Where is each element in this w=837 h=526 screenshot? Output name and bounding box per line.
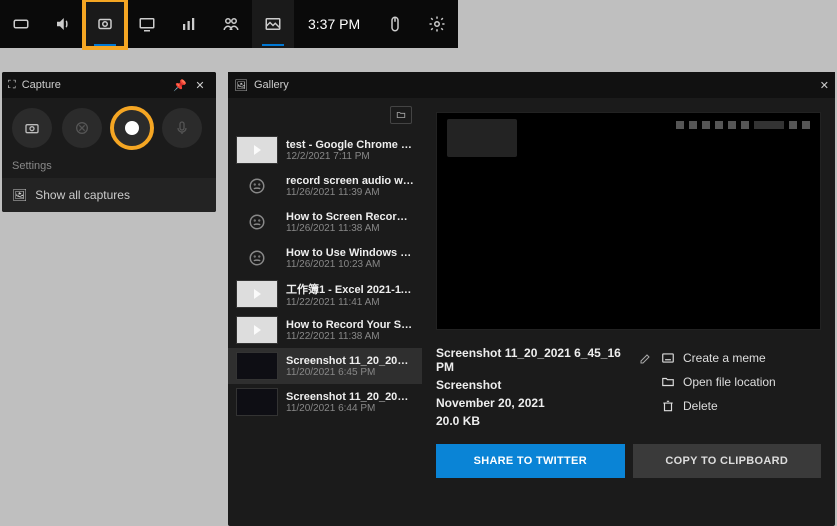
open-location-action[interactable]: Open file location <box>661 370 821 394</box>
item-subtitle: 11/26/2021 11:38 AM <box>286 223 414 234</box>
gallery-detail: Screenshot 11_20_2021 6_45_16 PM Screens… <box>422 98 835 526</box>
gallery-small-icon: 🖼 <box>12 188 27 202</box>
list-item[interactable]: How to Record Your Screen...11/22/2021 1… <box>228 312 422 348</box>
gallery-small-icon: 🖼 <box>234 79 248 92</box>
mouse-icon[interactable] <box>374 0 416 48</box>
file-date: November 20, 2021 <box>436 396 651 410</box>
settings-label: Settings <box>2 154 216 178</box>
gallery-panel: 🖼 Gallery ✕ test - Google Chrome 2021-1.… <box>228 72 835 526</box>
volume-icon[interactable] <box>42 0 84 48</box>
pin-icon[interactable]: 📌 <box>170 79 190 92</box>
item-title: test - Google Chrome 2021-1... <box>286 139 414 151</box>
item-subtitle: 12/2/2021 7:11 PM <box>286 151 414 162</box>
item-subtitle: 11/22/2021 11:41 AM <box>286 297 414 308</box>
preview-image <box>436 112 821 330</box>
list-item[interactable]: How to Use Windows 10 Buil...11/26/2021 … <box>228 240 422 276</box>
xbox-icon[interactable] <box>0 0 42 48</box>
list-item[interactable]: How to Screen Record on W...11/26/2021 1… <box>228 204 422 240</box>
meta-info: Screenshot 11_20_2021 6_45_16 PM Screens… <box>436 346 651 432</box>
open-folder-button[interactable] <box>390 106 412 124</box>
capture-widget-icon[interactable] <box>84 0 126 48</box>
clock: 3:37 PM <box>294 0 374 48</box>
edit-name-icon[interactable] <box>639 353 651 368</box>
copy-clipboard-button[interactable]: COPY TO CLIPBOARD <box>633 444 822 478</box>
close-icon[interactable]: ✕ <box>820 79 829 92</box>
game-bar: 3:37 PM <box>0 0 458 48</box>
start-recording-button[interactable] <box>112 108 152 148</box>
item-title: Screenshot 11_20_2021 6_44... <box>286 391 414 403</box>
thumbnail <box>236 352 278 380</box>
capture-panel: ⛶ Capture 📌 ✕ Settings 🖼 Show all captur… <box>2 72 216 212</box>
thumbnail <box>236 316 278 344</box>
gallery-header: 🖼 Gallery ✕ <box>228 72 835 98</box>
create-meme-action[interactable]: Create a meme <box>661 346 821 370</box>
close-icon[interactable]: ✕ <box>190 79 210 92</box>
gallery-widget-icon[interactable] <box>252 0 294 48</box>
settings-icon[interactable] <box>416 0 458 48</box>
sad-face-icon <box>236 208 278 236</box>
performance-icon[interactable] <box>126 0 168 48</box>
capture-title: Capture <box>22 79 61 91</box>
item-subtitle: 11/20/2021 6:45 PM <box>286 367 414 378</box>
share-twitter-button[interactable]: SHARE TO TWITTER <box>436 444 625 478</box>
show-all-captures[interactable]: 🖼 Show all captures <box>2 178 216 212</box>
list-item[interactable]: 工作簿1 - Excel 2021-11-22 11...11/22/2021 … <box>228 276 422 312</box>
list-item[interactable]: record screen audio windo...11/26/2021 1… <box>228 168 422 204</box>
thumbnail <box>236 388 278 416</box>
delete-action[interactable]: Delete <box>661 394 821 418</box>
thumbnail <box>236 280 278 308</box>
microphone-button[interactable] <box>162 108 202 148</box>
item-title: record screen audio windo... <box>286 175 414 187</box>
list-item[interactable]: test - Google Chrome 2021-1...12/2/2021 … <box>228 132 422 168</box>
file-type: Screenshot <box>436 378 651 392</box>
chart-icon[interactable] <box>168 0 210 48</box>
capture-header: ⛶ Capture 📌 ✕ <box>2 72 216 98</box>
list-item[interactable]: Screenshot 11_20_2021 6_45...11/20/2021 … <box>228 348 422 384</box>
item-title: 工作簿1 - Excel 2021-11-22 11... <box>286 281 414 297</box>
list-item[interactable]: Screenshot 11_20_2021 6_44...11/20/2021 … <box>228 384 422 420</box>
item-title: How to Screen Record on W... <box>286 211 414 223</box>
item-subtitle: 11/26/2021 10:23 AM <box>286 259 414 270</box>
gallery-title: Gallery <box>254 79 289 91</box>
thumbnail <box>236 136 278 164</box>
file-name: Screenshot 11_20_2021 6_45_16 PM <box>436 346 633 374</box>
social-icon[interactable] <box>210 0 252 48</box>
item-title: How to Use Windows 10 Buil... <box>286 247 414 259</box>
file-size: 20.0 KB <box>436 414 651 428</box>
record-last-button[interactable] <box>62 108 102 148</box>
item-title: Screenshot 11_20_2021 6_45... <box>286 355 414 367</box>
show-all-label: Show all captures <box>35 188 130 202</box>
item-subtitle: 11/22/2021 11:38 AM <box>286 331 414 342</box>
item-subtitle: 11/26/2021 11:39 AM <box>286 187 414 198</box>
camera-small-icon: ⛶ <box>8 79 16 92</box>
sad-face-icon <box>236 172 278 200</box>
gallery-list: test - Google Chrome 2021-1...12/2/2021 … <box>228 98 422 526</box>
sad-face-icon <box>236 244 278 272</box>
screenshot-button[interactable] <box>12 108 52 148</box>
item-title: How to Record Your Screen... <box>286 319 414 331</box>
item-subtitle: 11/20/2021 6:44 PM <box>286 403 414 414</box>
